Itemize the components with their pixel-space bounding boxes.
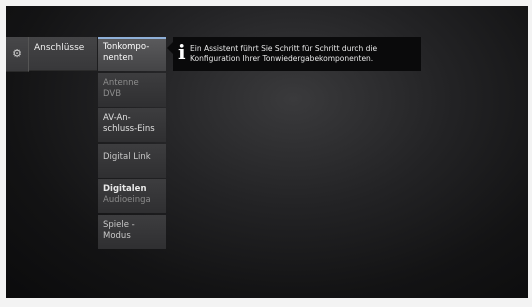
submenu-item-line1: Tonkompo-: [103, 42, 150, 52]
info-icon: i: [178, 40, 186, 64]
submenu-item-tonkomponenten[interactable]: Tonkompo- nenten: [98, 37, 166, 71]
submenu-item-line1: AV-An-: [103, 113, 131, 123]
submenu-list: Tonkompo- nenten Antenne DVB AV-An- schl…: [98, 37, 166, 250]
info-line1: Ein Assistent führt Sie Schritt für Schr…: [190, 44, 378, 53]
submenu-item-line1: Spiele -: [103, 219, 135, 230]
category-anschluesse[interactable]: Anschlüsse: [29, 37, 97, 71]
gear-icon[interactable]: ⚙: [6, 37, 29, 72]
category-label: Anschlüsse: [34, 43, 85, 53]
submenu-item-line1: Antenne: [103, 77, 139, 88]
info-panel: i Ein Assistent führt Sie Schritt für Sc…: [167, 37, 421, 71]
info-line2: Konfiguration Ihrer Tonwiedergabekompone…: [190, 54, 374, 63]
submenu-item-line1: Digital Link: [103, 151, 151, 162]
info-pointer: [167, 42, 173, 54]
submenu-item-spiele-modus[interactable]: Spiele - Modus: [98, 214, 166, 249]
submenu-item-av-anschluss[interactable]: AV-An- schluss-Eins: [98, 108, 166, 142]
submenu-item-digitalen-audioeingang[interactable]: Digitalen Audioeinga: [98, 179, 166, 213]
submenu-item-line2: Audioeinga: [103, 195, 151, 205]
submenu-item-line2: nenten: [103, 53, 133, 63]
submenu-item-line2: schluss-Eins: [103, 124, 155, 134]
submenu-item-digital-link[interactable]: Digital Link: [98, 143, 166, 178]
submenu-item-line2: DVB: [103, 88, 122, 99]
info-description: Ein Assistent führt Sie Schritt für Schr…: [190, 44, 418, 64]
submenu-item-line2: Modus: [103, 230, 131, 241]
submenu-item-antenne-dvb[interactable]: Antenne DVB: [98, 72, 166, 107]
tv-screen: ⚙ Anschlüsse Tonkompo- nenten Antenne DV…: [6, 6, 528, 298]
submenu-item-line1: Digitalen: [103, 184, 147, 194]
